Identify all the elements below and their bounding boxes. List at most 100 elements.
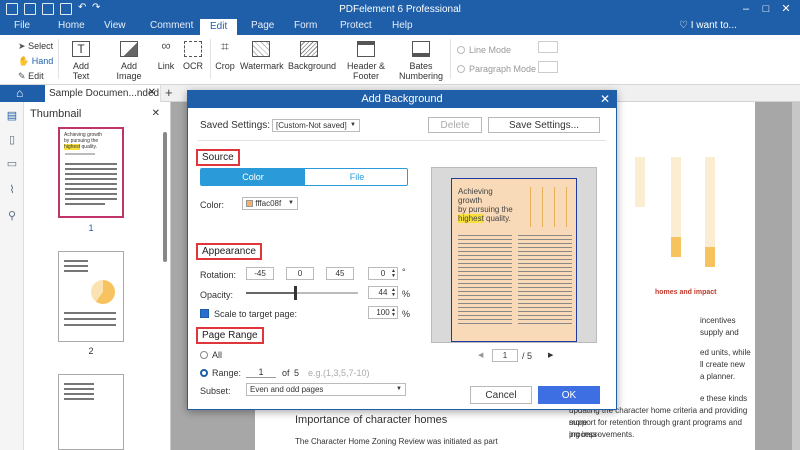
ocr-button[interactable]: OCR [182, 41, 204, 71]
add-tab-icon[interactable]: + [165, 85, 173, 100]
page-text-line: a planner. [700, 372, 736, 381]
document-tab[interactable]: Sample Documen...nded ✕ [45, 85, 161, 102]
opacity-slider[interactable] [246, 286, 358, 300]
thumbnail-icon[interactable]: ▤ [6, 110, 18, 122]
next-page-icon[interactable]: ▶ [548, 351, 553, 359]
menu-edit[interactable]: Edit [200, 19, 238, 35]
dialog-close-icon[interactable]: ✕ [600, 92, 610, 106]
close-button[interactable]: ✕ [778, 1, 794, 17]
thumbnail-page-1[interactable]: Achieving growth by pursuing the highest… [58, 127, 124, 218]
thumbnail-page-number: 2 [88, 346, 94, 356]
preview-heading: Achieving growth by pursuing the highest… [458, 187, 518, 223]
range-radio[interactable]: Range: [200, 367, 241, 379]
menu-home[interactable]: Home [58, 20, 85, 31]
opacity-label: Opacity: [200, 290, 234, 300]
align-left-icon[interactable] [538, 41, 558, 53]
scale-input[interactable]: 100 ▲ ▼ [368, 306, 398, 319]
maximize-button[interactable]: □ [758, 1, 774, 17]
lightbulb-icon: ♡ [679, 20, 688, 31]
thumb-heading-line3: quality. [81, 144, 97, 150]
menu-page[interactable]: Page [251, 20, 274, 31]
close-panel-icon[interactable]: ✕ [152, 108, 160, 119]
rotation-label: Rotation: [200, 270, 237, 280]
comment-icon[interactable]: ▭ [6, 158, 18, 170]
image-icon [120, 41, 138, 57]
minimize-button[interactable]: – [738, 1, 754, 17]
rotation-45-option[interactable]: 45 [326, 267, 354, 280]
subset-select[interactable]: Even and odd pages ▼ [246, 383, 406, 396]
thumbnail-page-3[interactable] [58, 374, 124, 450]
add-image-label: Add Image [116, 61, 142, 81]
document-scrollbar[interactable] [792, 102, 800, 450]
preview-page-input[interactable]: 1 [492, 349, 518, 362]
page-text-line: incentives [700, 316, 736, 325]
paragraph-mode-radio[interactable]: Paragraph Mode [457, 64, 536, 74]
crop-button[interactable]: ⌗ Crop [214, 38, 236, 71]
preview-heading-line3: quality. [486, 214, 511, 223]
menu-view[interactable]: View [104, 20, 126, 31]
menu-file[interactable]: File [14, 20, 30, 31]
page-red-text: homes and impact [655, 289, 717, 296]
close-tab-icon[interactable]: ✕ [148, 87, 156, 98]
page-text-line: ing improvements. [569, 430, 635, 439]
link-button[interactable]: ∞ Link [156, 39, 176, 71]
header-footer-button[interactable]: Header & Footer [337, 41, 395, 81]
attachment-icon[interactable]: ⌇ [6, 184, 18, 196]
file-tab[interactable]: File [305, 169, 407, 185]
home-tab[interactable]: ⌂ [0, 85, 45, 102]
menu-comment[interactable]: Comment [150, 20, 193, 31]
text-icon: T [72, 41, 90, 57]
range-from-input[interactable]: 1 [246, 367, 276, 378]
add-text-button[interactable]: T Add Text [66, 41, 96, 81]
saved-settings-select[interactable]: [Custom-Not saved] ▼ [272, 119, 360, 132]
search-icon[interactable]: ⚲ [6, 210, 18, 222]
rotation-input[interactable]: 0 ▲ ▼ [368, 267, 398, 280]
chart-track [705, 157, 715, 247]
background-button[interactable]: Background [288, 41, 336, 71]
page-text-line: ed units, while [700, 348, 751, 357]
delete-button[interactable]: Delete [428, 117, 482, 133]
ok-button[interactable]: OK [538, 386, 600, 404]
bates-numbering-button[interactable]: Bates Numbering [398, 41, 444, 81]
rotation-minus45-option[interactable]: -45 [246, 267, 274, 280]
search-link[interactable]: ♡ I want to... [679, 20, 737, 31]
scale-checkbox[interactable] [200, 309, 209, 318]
chart-track [635, 157, 645, 207]
subset-value: Even and odd pages [250, 385, 324, 394]
range-label: Range: [212, 368, 242, 378]
preview-heading-line1: Achieving growth [458, 187, 493, 205]
thumbnail-page-2[interactable] [58, 251, 124, 342]
watermark-label: Watermark [240, 61, 284, 71]
percent-unit: % [402, 309, 411, 319]
percent-unit: % [402, 289, 411, 299]
menu-help[interactable]: Help [392, 20, 413, 31]
line-mode-radio[interactable]: Line Mode [457, 45, 511, 55]
menu-protect[interactable]: Protect [340, 20, 372, 31]
align-right-icon[interactable] [538, 61, 558, 73]
cancel-button[interactable]: Cancel [470, 386, 532, 404]
save-settings-button[interactable]: Save Settings... [488, 117, 600, 133]
opacity-value: 44 [378, 288, 388, 297]
thumbnail-scrollbar[interactable] [163, 132, 167, 262]
select-tool[interactable]: ➤ Select [18, 39, 53, 54]
color-tab[interactable]: Color [201, 169, 305, 185]
watermark-button[interactable]: Watermark [240, 41, 284, 71]
add-image-button[interactable]: Add Image [110, 41, 148, 81]
bookmark-icon[interactable]: ▯ [6, 134, 18, 146]
opacity-input[interactable]: 44 ▲ ▼ [368, 286, 398, 299]
opacity-slider-thumb[interactable] [294, 286, 298, 300]
rotation-0-option[interactable]: 0 [286, 267, 314, 280]
edit-tool[interactable]: ✎ Edit [18, 69, 53, 84]
preview-text-column [518, 235, 572, 325]
page-heading: Importance of character homes [295, 414, 448, 426]
all-radio[interactable]: All [200, 349, 222, 361]
color-picker[interactable]: fffac08f ▼ [242, 197, 298, 210]
separator [210, 39, 211, 79]
hand-tool[interactable]: ✋ Hand [18, 54, 53, 69]
crop-icon: ⌗ [221, 38, 229, 54]
menu-form[interactable]: Form [294, 20, 317, 31]
previous-page-icon[interactable]: ◀ [478, 351, 483, 359]
preview-highlight: highest [458, 214, 484, 223]
preview-page: Achieving growth by pursuing the highest… [451, 178, 577, 342]
dialog-title: Add Background [361, 93, 443, 105]
